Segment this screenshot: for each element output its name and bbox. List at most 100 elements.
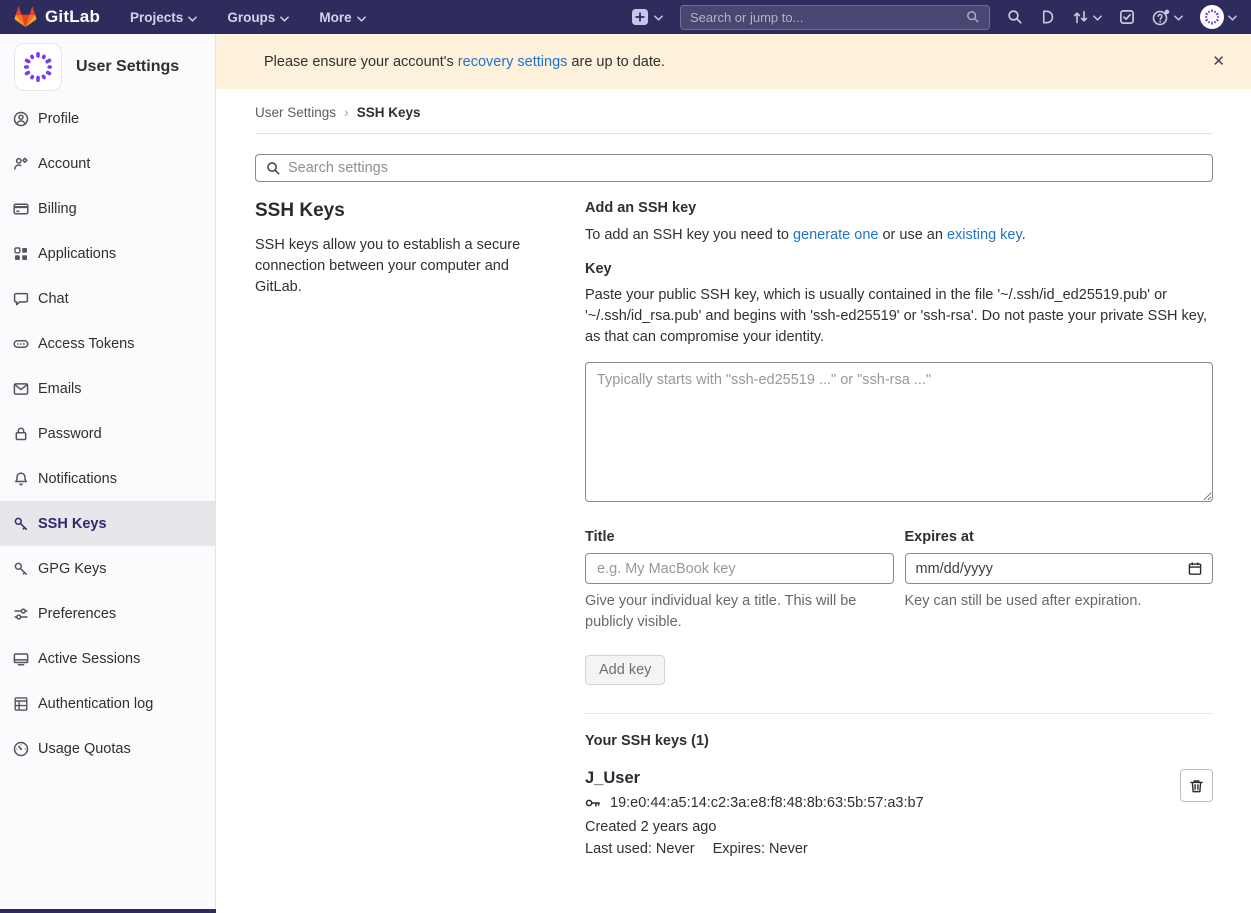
ssh-key-name: J_User — [585, 769, 924, 788]
ssh-key-created: Created 2 years ago — [585, 819, 924, 835]
sidebar-item-chat[interactable]: Chat — [0, 276, 215, 321]
sliders-icon — [13, 606, 29, 622]
gitlab-wordmark: GitLab — [45, 7, 100, 27]
alert-text: Please ensure your account's recovery se… — [264, 54, 665, 70]
nav-more[interactable]: More — [319, 10, 365, 25]
help-icon — [1152, 9, 1170, 26]
chevron-down-icon — [357, 10, 366, 25]
tanuki-icon — [14, 6, 37, 28]
chevron-down-icon — [1174, 8, 1183, 26]
gitlab-logo[interactable]: GitLab — [14, 6, 100, 28]
log-icon — [13, 696, 29, 712]
new-menu-button[interactable] — [631, 8, 663, 26]
user-gear-icon — [13, 156, 29, 172]
section-divider — [585, 713, 1213, 714]
expires-help-text: Key can still be used after expiration. — [905, 591, 1214, 612]
ssh-key-expires: Expires: Never — [713, 841, 808, 857]
title-field-group: Title Give your individual key a title. … — [585, 529, 894, 633]
grid-icon — [13, 246, 29, 262]
avatar — [1200, 5, 1224, 29]
sidebar-item-applications[interactable]: Applications — [0, 231, 215, 276]
sidebar-item-active-sessions[interactable]: Active Sessions — [0, 636, 215, 681]
sidebar-item-authentication-log[interactable]: Authentication log — [0, 681, 215, 726]
top-navbar: GitLab Projects Groups More — [0, 0, 1251, 34]
sidebar-item-password[interactable]: Password — [0, 411, 215, 456]
global-search[interactable] — [680, 5, 990, 30]
expires-date-input[interactable]: mm/dd/yyyy — [905, 553, 1214, 584]
close-icon: ✕ — [1212, 53, 1225, 70]
settings-sidebar: User Settings Profile Account Billing Ap… — [0, 34, 216, 913]
global-search-input[interactable] — [690, 10, 966, 25]
trash-icon — [1189, 778, 1204, 794]
gauge-icon — [13, 741, 29, 757]
nav-groups[interactable]: Groups — [227, 10, 289, 25]
date-placeholder: mm/dd/yyyy — [916, 561, 993, 577]
ssh-key-last-used: Last used: Never — [585, 841, 695, 857]
chevron-down-icon — [188, 10, 197, 25]
generate-one-link[interactable]: generate one — [793, 227, 878, 243]
bell-icon — [13, 471, 29, 487]
sidebar-item-ssh-keys[interactable]: SSH Keys — [0, 501, 215, 546]
key-icon — [13, 561, 29, 577]
key-icon — [585, 795, 601, 811]
search-icon — [1007, 9, 1023, 25]
ssh-key-fingerprint: 19:e0:44:a5:14:c2:3a:e8:f8:48:8b:63:5b:5… — [610, 795, 924, 811]
key-icon — [13, 516, 29, 532]
title-help-text: Give your individual key a title. This w… — [585, 591, 894, 633]
user-menu-button[interactable] — [1200, 5, 1237, 29]
lock-icon — [13, 426, 29, 442]
issues-icon — [1040, 9, 1055, 25]
sidebar-item-notifications[interactable]: Notifications — [0, 456, 215, 501]
monitor-icon — [13, 651, 29, 667]
recovery-settings-alert: Please ensure your account's recovery se… — [216, 34, 1251, 89]
sidebar-item-emails[interactable]: Emails — [0, 366, 215, 411]
settings-search[interactable] — [255, 154, 1213, 182]
ssh-key-list-item: J_User 19:e0:44:a5:14:c2:3a:e8:f8:48:8b:… — [585, 769, 1213, 857]
sidebar-item-account[interactable]: Account — [0, 141, 215, 186]
calendar-icon — [1188, 561, 1202, 576]
breadcrumb: User Settings › SSH Keys — [255, 104, 1213, 120]
delete-key-button[interactable] — [1180, 769, 1213, 802]
chevron-down-icon — [1228, 8, 1237, 26]
chevron-down-icon — [654, 8, 663, 26]
user-circle-icon — [13, 111, 29, 127]
avatar — [14, 43, 62, 91]
title-label: Title — [585, 529, 894, 545]
breadcrumb-current: SSH Keys — [357, 105, 421, 120]
key-textarea[interactable] — [585, 362, 1213, 502]
title-input[interactable] — [585, 553, 894, 584]
plus-square-icon — [631, 8, 649, 26]
search-button[interactable] — [1007, 9, 1023, 25]
add-key-button[interactable]: Add key — [585, 655, 665, 685]
nav-projects[interactable]: Projects — [130, 10, 197, 25]
breadcrumb-user-settings[interactable]: User Settings — [255, 105, 336, 120]
sidebar-title: User Settings — [76, 58, 179, 76]
settings-search-input[interactable] — [288, 160, 1202, 176]
page-description: SSH keys allow you to establish a secure… — [255, 235, 555, 298]
add-ssh-key-intro: To add an SSH key you need to generate o… — [585, 225, 1213, 245]
expires-field-group: Expires at mm/dd/yyyy Key can still be u… — [905, 529, 1214, 633]
page-title: SSH Keys — [255, 200, 555, 222]
sidebar-item-preferences[interactable]: Preferences — [0, 591, 215, 636]
existing-key-link[interactable]: existing key — [947, 227, 1022, 243]
merge-request-icon — [1072, 9, 1089, 25]
help-menu-button[interactable] — [1152, 8, 1183, 26]
envelope-icon — [13, 381, 29, 397]
merge-requests-button[interactable] — [1072, 8, 1102, 26]
chevron-down-icon — [280, 10, 289, 25]
sidebar-bottom-strip — [0, 909, 216, 913]
sidebar-item-usage-quotas[interactable]: Usage Quotas — [0, 726, 215, 771]
sidebar-item-access-tokens[interactable]: Access Tokens — [0, 321, 215, 366]
sidebar-item-gpg-keys[interactable]: GPG Keys — [0, 546, 215, 591]
todos-button[interactable] — [1119, 9, 1135, 25]
your-ssh-keys-heading: Your SSH keys (1) — [585, 733, 1213, 749]
alert-close-button[interactable]: ✕ — [1208, 50, 1229, 73]
sidebar-item-billing[interactable]: Billing — [0, 186, 215, 231]
key-label: Key — [585, 261, 1213, 277]
main-content: Please ensure your account's recovery se… — [216, 34, 1251, 913]
chevron-down-icon — [1093, 8, 1102, 26]
recovery-settings-link[interactable]: recovery settings — [458, 54, 568, 70]
sidebar-item-profile[interactable]: Profile — [0, 96, 215, 141]
todos-icon — [1119, 9, 1135, 25]
issues-button[interactable] — [1040, 9, 1055, 25]
